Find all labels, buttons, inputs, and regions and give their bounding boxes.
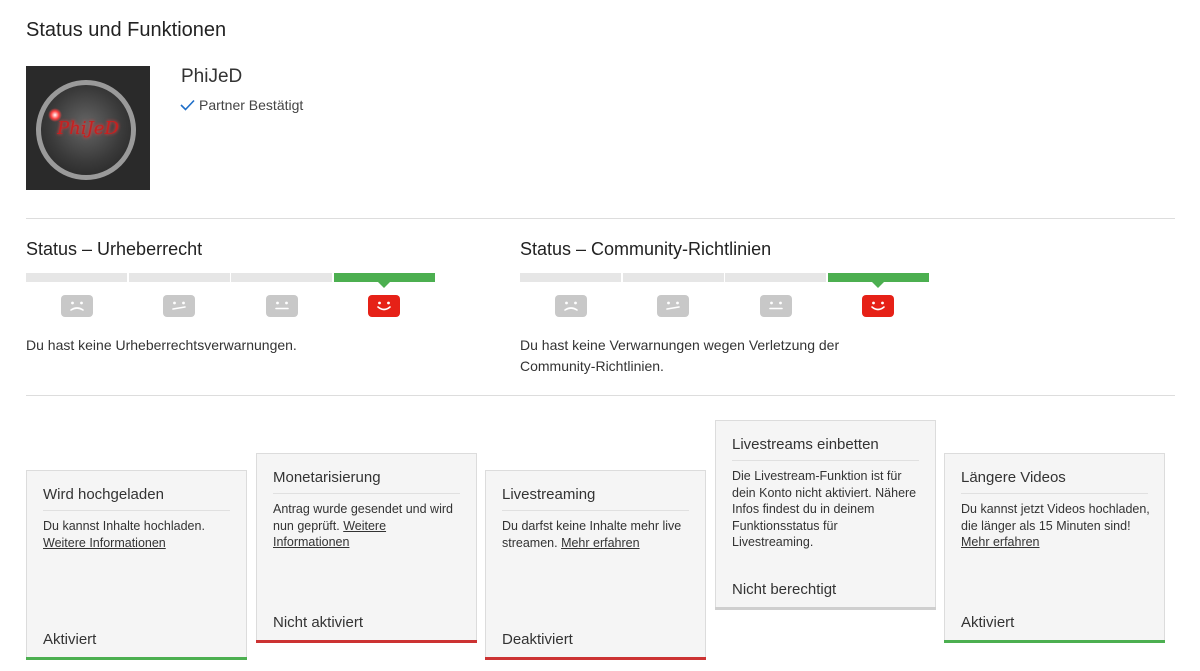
feature-card: Wird hochgeladen Du kannst Inhalte hochla…: [26, 470, 247, 660]
checkmark-icon: [180, 99, 195, 111]
community-status-text: Du hast keine Verwarnungen wegen Verletz…: [520, 337, 840, 374]
flat-face-icon: [759, 295, 792, 317]
feature-card: Livestreaming Du darfst keine Inhalte meh…: [485, 470, 706, 660]
feature-card-description: Du kannst Inhalte hochladen. Weitere Inf…: [43, 518, 232, 551]
sad-face-icon: [60, 295, 93, 317]
feature-card-status-bar: [715, 607, 936, 610]
copyright-meter-segment: [26, 273, 127, 282]
sad-face-icon: [554, 295, 587, 317]
feature-card-status: Nicht berechtigt: [732, 581, 837, 598]
partner-status: Partner Bestätigt: [180, 97, 303, 113]
feature-card-title: Monetarisierung: [273, 469, 381, 486]
happy-face-icon: [368, 295, 400, 317]
community-meter-segment: [725, 273, 826, 282]
feature-card-text: Du kannst jetzt Videos hochladen, die lä…: [961, 502, 1150, 533]
copyright-meter-segment: [231, 273, 332, 282]
copyright-status-text: Du hast keine Urheberrechtsverwarnungen.: [26, 337, 297, 353]
feature-card-separator: [43, 510, 230, 511]
community-meter-segment: [827, 273, 929, 282]
divider: [26, 218, 1175, 219]
feature-card-text: Die Livestream-Funktion ist für dein Kon…: [732, 469, 917, 549]
divider: [26, 395, 1175, 396]
channel-name: PhiJeD: [181, 66, 243, 87]
feature-card-description: Du darfst keine Inhalte mehr live stream…: [502, 518, 691, 551]
meh-face-icon: [163, 295, 195, 317]
page-title: Status und Funktionen: [26, 19, 227, 41]
feature-card-title: Längere Videos: [961, 469, 1066, 486]
feature-card-text: Du kannst Inhalte hochladen.: [43, 519, 205, 533]
happy-face-icon: [862, 295, 894, 317]
community-meter-segment: [622, 273, 724, 282]
community-meter-pointer: [872, 282, 884, 288]
feature-card-link[interactable]: Mehr erfahren: [961, 535, 1040, 549]
community-status: Status – Community-Richtlinien Du hast k…: [520, 239, 930, 374]
feature-card-title: Livestreams einbetten: [732, 436, 879, 453]
feature-card: Monetarisierung Antrag wurde gesendet und…: [256, 453, 477, 643]
feature-card-status: Nicht aktiviert: [273, 614, 364, 631]
meh-face-icon: [657, 295, 689, 317]
feature-card-status-bar: [485, 657, 706, 660]
feature-card-link[interactable]: Weitere Informationen: [43, 536, 166, 550]
feature-card-status: Aktiviert: [43, 631, 97, 648]
partner-label: Partner Bestätigt: [199, 97, 304, 113]
feature-card-description: Du kannst jetzt Videos hochladen, die lä…: [961, 501, 1150, 551]
feature-card-title: Livestreaming: [502, 486, 596, 503]
feature-card-separator: [502, 510, 689, 511]
feature-card-status: Aktiviert: [961, 614, 1015, 631]
feature-card-separator: [732, 460, 919, 461]
feature-card-description: Die Livestream-Funktion ist für dein Kon…: [732, 468, 921, 551]
avatar-logo-text: PhiJeD: [57, 118, 119, 139]
feature-card-status-bar: [26, 657, 247, 660]
copyright-status: Status – Urheberrecht Du hast keine Urhe…: [26, 239, 436, 353]
copyright-meter-segment: [128, 273, 230, 282]
feature-card-status-bar: [256, 640, 477, 643]
feature-card-separator: [273, 493, 460, 494]
channel-avatar[interactable]: PhiJeD: [26, 66, 150, 190]
feature-card: Livestreams einbetten Die Livestream-Funk…: [715, 420, 936, 610]
feature-card-status: Deaktiviert: [502, 631, 573, 648]
community-meter-segment: [520, 273, 621, 282]
feature-card-separator: [961, 493, 1148, 494]
feature-card-status-bar: [944, 640, 1165, 643]
community-status-title: Status – Community-Richtlinien: [520, 239, 772, 259]
flat-face-icon: [265, 295, 298, 317]
feature-card-description: Antrag wurde gesendet und wird nun geprü…: [273, 501, 462, 551]
copyright-status-title: Status – Urheberrecht: [26, 239, 203, 259]
feature-card: Längere Videos Du kannst jetzt Videos hoc…: [944, 453, 1165, 643]
copyright-meter-pointer: [378, 282, 390, 288]
feature-card-title: Wird hochgeladen: [43, 486, 164, 503]
copyright-meter-segment: [333, 273, 435, 282]
feature-card-link[interactable]: Mehr erfahren: [561, 536, 640, 550]
